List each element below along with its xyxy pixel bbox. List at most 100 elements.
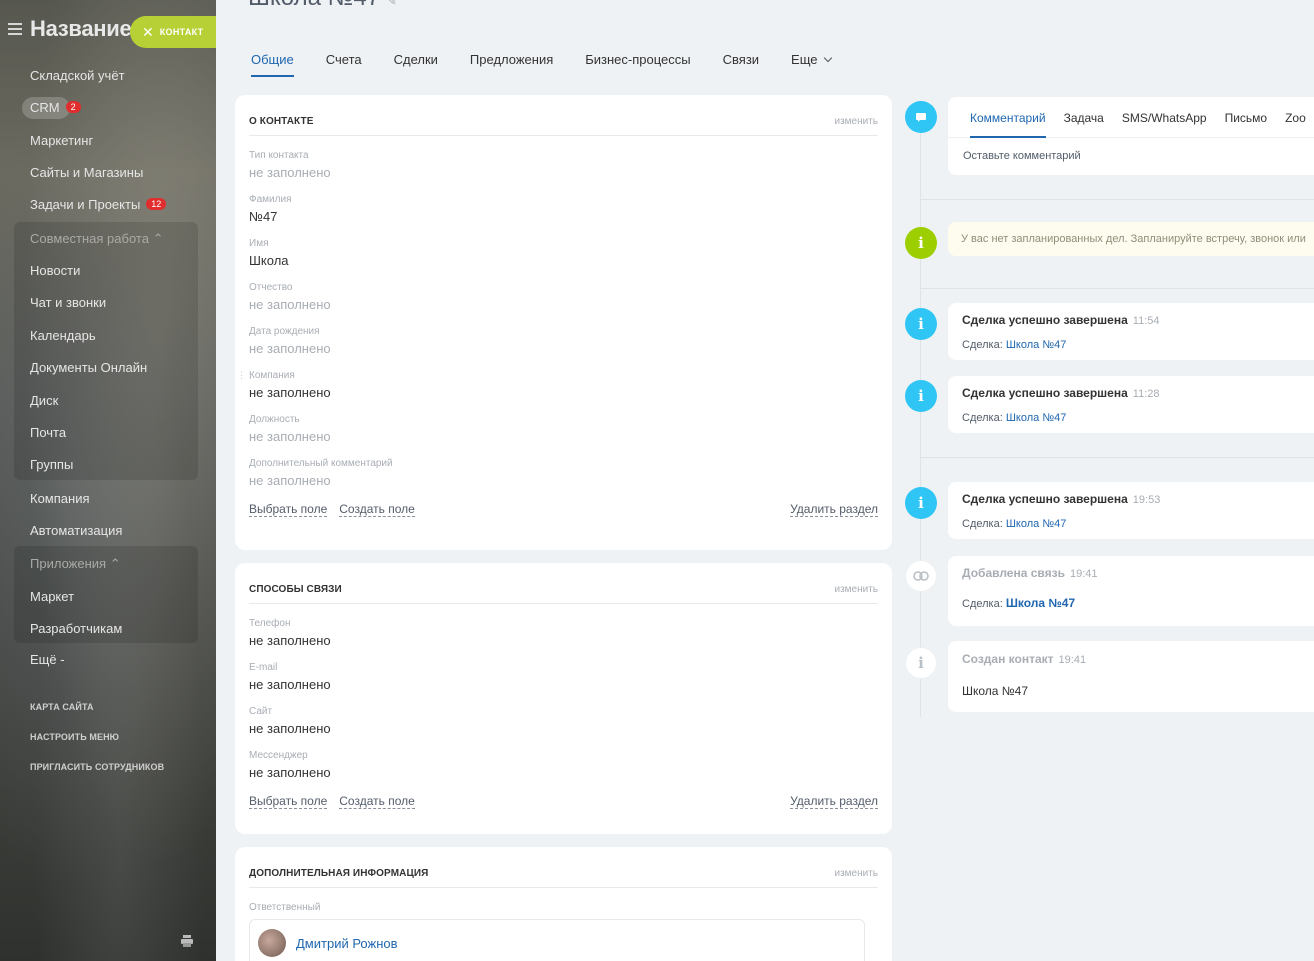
- section-title: СПОСОБЫ СВЯЗИ: [249, 584, 342, 595]
- sidebar: Название ✕ КОНТАКТ Складской учёт CRM 2 М…: [0, 0, 216, 961]
- timeline-divider: [920, 288, 1314, 289]
- tab-email[interactable]: Письмо: [1225, 111, 1268, 137]
- sidebar-item-company[interactable]: Компания: [30, 491, 90, 506]
- field-phone[interactable]: Телефон не заполнено: [249, 618, 878, 648]
- info-icon: i: [905, 308, 937, 340]
- tab-zoom[interactable]: Zoo: [1285, 111, 1306, 137]
- sidebar-item-automation[interactable]: Автоматизация: [30, 523, 122, 538]
- tab-relations[interactable]: Связи: [723, 52, 759, 75]
- select-field-link[interactable]: Выбрать поле: [249, 794, 328, 809]
- sidebar-item-mail[interactable]: Почта: [30, 425, 66, 440]
- sidebar-item-developers[interactable]: Разработчикам: [30, 621, 122, 636]
- section-footer: Выбрать поле Создать поле Удалить раздел: [249, 794, 878, 809]
- edit-link[interactable]: изменить: [834, 868, 878, 879]
- sidebar-group-toggle-collab[interactable]: Совместная работа ⌃: [30, 231, 163, 247]
- comment-icon: [905, 101, 937, 133]
- sidebar-item-docs[interactable]: Документы Онлайн: [30, 360, 147, 375]
- tab-business-processes[interactable]: Бизнес-процессы: [585, 52, 690, 75]
- chevron-up-icon: ⌃: [109, 556, 121, 571]
- pencil-icon[interactable]: ✎: [387, 0, 397, 8]
- timeline-composer: Комментарий Задача SMS/WhatsApp Письмо Z…: [948, 97, 1314, 175]
- sidebar-item-marketing[interactable]: Маркетинг: [30, 133, 93, 148]
- responsible-user[interactable]: Дмитрий Рожнов: [249, 919, 865, 961]
- timeline-event: Сделка успешно завершена 11:28 Сделка: Шк…: [948, 376, 1314, 433]
- field-email[interactable]: E-mail не заполнено: [249, 662, 878, 692]
- sidebar-item-chat[interactable]: Чат и звонки: [30, 295, 106, 310]
- sidebar-header: Название ✕ КОНТАКТ: [0, 14, 216, 48]
- timeline-event: Создан контакт 19:41 Школа №47: [948, 641, 1314, 712]
- tab-deals[interactable]: Сделки: [394, 52, 438, 75]
- section-header: О КОНТАКТЕ изменить: [249, 95, 878, 136]
- deal-link[interactable]: Школа №47: [1006, 339, 1067, 351]
- field-last-name[interactable]: Фамилия №47: [249, 194, 878, 224]
- contact-slider-tab[interactable]: ✕ КОНТАКТ: [130, 16, 216, 48]
- field-site[interactable]: Сайт не заполнено: [249, 706, 878, 736]
- sidebar-item-disk[interactable]: Диск: [30, 393, 58, 408]
- sidebar-item-news[interactable]: Новости: [30, 263, 80, 278]
- section-title: ДОПОЛНИТЕЛЬНАЯ ИНФОРМАЦИЯ: [249, 868, 429, 879]
- field-birthdate[interactable]: Дата рождения не заполнено: [249, 326, 878, 356]
- detail-tabs: Общие Счета Сделки Предложения Бизнес-пр…: [251, 52, 863, 77]
- timeline-event: Добавлена связь 19:41 Сделка: Школа №47: [948, 556, 1314, 626]
- section-header: ДОПОЛНИТЕЛЬНАЯ ИНФОРМАЦИЯ изменить: [249, 847, 878, 888]
- sidebar-group-toggle-apps[interactable]: Приложения ⌃: [30, 556, 121, 572]
- edit-link[interactable]: изменить: [834, 116, 878, 127]
- field-first-name[interactable]: Имя Школа: [249, 238, 878, 268]
- page-title: Школа №47 ✎: [248, 0, 397, 12]
- info-icon: i: [905, 487, 937, 519]
- sidebar-item-groups[interactable]: Группы: [30, 457, 73, 472]
- tab-comment[interactable]: Комментарий: [970, 111, 1046, 138]
- sidebar-item-market[interactable]: Маркет: [30, 589, 74, 604]
- info-icon: i: [905, 227, 937, 259]
- contact-methods-section: СПОСОБЫ СВЯЗИ изменить Телефон не заполне…: [235, 563, 892, 834]
- field-messenger[interactable]: Мессенджер не заполнено: [249, 750, 878, 780]
- sidebar-item-crm[interactable]: CRM 2: [30, 100, 81, 115]
- sidebar-item-more[interactable]: Ещё -: [30, 652, 65, 667]
- avatar: [258, 929, 286, 957]
- select-field-link[interactable]: Выбрать поле: [249, 502, 328, 517]
- create-field-link[interactable]: Создать поле: [339, 502, 415, 517]
- chevron-up-icon: ⌃: [152, 231, 164, 246]
- user-name-link[interactable]: Дмитрий Рожнов: [296, 936, 398, 951]
- deal-link[interactable]: Школа №47: [1006, 412, 1067, 424]
- section-header: СПОСОБЫ СВЯЗИ изменить: [249, 563, 878, 604]
- configure-menu-link[interactable]: НАСТРОИТЬ МЕНЮ: [30, 732, 119, 742]
- delete-section-link[interactable]: Удалить раздел: [790, 794, 878, 809]
- chevron-down-icon: [823, 53, 832, 63]
- deal-link[interactable]: Школа №47: [1006, 518, 1067, 530]
- tab-task[interactable]: Задача: [1064, 111, 1104, 137]
- sidebar-item-tasks[interactable]: Задачи и Проекты 12: [30, 197, 167, 212]
- delete-section-link[interactable]: Удалить раздел: [790, 502, 878, 517]
- edit-link[interactable]: изменить: [834, 584, 878, 595]
- tab-invoices[interactable]: Счета: [326, 52, 362, 75]
- no-activities-notice: У вас нет запланированных дел. Запланиру…: [948, 222, 1314, 256]
- sidebar-item-sites[interactable]: Сайты и Магазины: [30, 165, 143, 180]
- section-title: О КОНТАКТЕ: [249, 116, 314, 127]
- field-contact-type[interactable]: Тип контакта не заполнено: [249, 150, 878, 180]
- sidebar-item-warehouse[interactable]: Складской учёт: [30, 68, 125, 83]
- field-position[interactable]: Должность не заполнено: [249, 414, 878, 444]
- tab-more[interactable]: Еще: [791, 52, 832, 75]
- sidebar-item-calendar[interactable]: Календарь: [30, 328, 96, 343]
- tab-sms[interactable]: SMS/WhatsApp: [1122, 111, 1207, 137]
- timeline-divider: [920, 199, 1314, 200]
- field-middle-name[interactable]: Отчество не заполнено: [249, 282, 878, 312]
- create-field-link[interactable]: Создать поле: [339, 794, 415, 809]
- counter-badge: 12: [146, 198, 167, 210]
- sitemap-link[interactable]: КАРТА САЙТА: [30, 702, 94, 712]
- field-comment[interactable]: Дополнительный комментарий не заполнено: [249, 458, 878, 488]
- close-icon[interactable]: ✕: [142, 24, 154, 41]
- tab-general[interactable]: Общие: [251, 52, 294, 77]
- portal-logo[interactable]: Название: [30, 16, 132, 42]
- printer-icon[interactable]: [180, 934, 194, 948]
- field-company[interactable]: ⋮⋮ Компания не заполнено: [237, 370, 878, 400]
- tab-quotes[interactable]: Предложения: [470, 52, 553, 75]
- menu-icon[interactable]: [8, 23, 22, 35]
- deal-link[interactable]: Школа №47: [1006, 596, 1075, 610]
- info-icon: i: [905, 380, 937, 412]
- additional-info-section: ДОПОЛНИТЕЛЬНАЯ ИНФОРМАЦИЯ изменить Ответ…: [235, 847, 892, 961]
- timeline-event: Сделка успешно завершена 19:53 Сделка: Шк…: [948, 482, 1314, 539]
- drag-handle-icon[interactable]: ⋮⋮: [237, 370, 255, 381]
- invite-link[interactable]: ПРИГЛАСИТЬ СОТРУДНИКОВ: [30, 762, 164, 772]
- comment-input[interactable]: Оставьте комментарий: [948, 138, 1314, 162]
